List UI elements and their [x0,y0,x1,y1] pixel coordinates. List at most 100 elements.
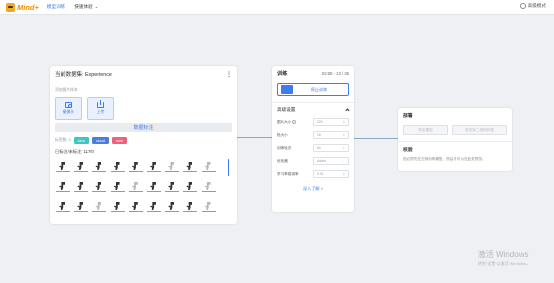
epochs-input[interactable]: 50 ⇕ [313,144,349,152]
sample-thumbnail[interactable] [182,199,199,215]
sample-thumbnail[interactable] [73,179,90,195]
ground-line [146,211,161,212]
dataset-panel: 当前数据集: Experience ⋮ 添加图片样本 摄像头 上传 数据标注 标… [50,66,237,224]
dino-image-icon [95,182,102,190]
ground-line [165,191,180,192]
stepper-icon: ⇕ [342,133,345,137]
sample-thumbnail[interactable] [145,179,162,195]
nav-quick-experience[interactable]: 快速体验 ⌄ [74,4,98,10]
sample-thumbnail[interactable] [127,199,144,215]
dino-image-icon [168,162,175,170]
upload-button[interactable]: 上传 [87,97,114,120]
optimizer-value: Adam [317,159,326,163]
sample-thumbnail[interactable] [164,199,181,215]
sample-thumbnail[interactable] [91,159,108,175]
sample-thumbnail[interactable] [145,159,162,175]
batch-size-input[interactable]: 16 ⇕ [313,131,349,139]
sample-thumbnail[interactable] [164,179,181,195]
ground-line [56,211,70,212]
advanced-mode-button[interactable]: 高级模式 [519,3,546,9]
sample-thumbnail[interactable] [145,199,162,215]
ground-line [146,171,161,172]
windows-activation-watermark: 激活 Windows 转到"设置"以激活 Windows。 [478,249,530,267]
image-size-value: 224 [317,120,323,124]
param-row-epochs: 训练轮次 50 ⇕ [277,144,349,152]
ground-line [56,191,70,192]
param-row-optimizer: 优化器 Adam ⌄ [277,157,349,165]
dino-image-icon [204,182,211,190]
ground-line [92,171,107,172]
image-size-input[interactable]: 224 ⇕ [313,118,349,126]
batch-size-value: 16 [317,133,321,137]
chevron-right-icon: » [320,186,324,191]
sample-thumbnail[interactable] [164,159,181,175]
advanced-settings-toggle[interactable]: 高级设置 [277,107,350,113]
tag-cloud[interactable]: cloud [91,137,109,144]
top-bar: Mind+ 模型训练 快速体验 ⌄ 高级模式 [0,0,554,15]
param-label-batch-size: 批大小 [277,132,288,137]
chevron-down-icon: ⌄ [93,4,99,9]
stepper-icon: ⇕ [342,146,345,150]
optimizer-select[interactable]: Adam ⌄ [313,157,349,165]
sample-thumbnail[interactable] [91,179,108,195]
learn-more-link[interactable]: 深入了解 » [277,186,349,192]
advanced-settings-label: 高级设置 [277,107,296,112]
annotate-button[interactable]: 数据标注 [55,123,232,132]
sample-thumbnail[interactable] [109,159,126,175]
ground-line [128,211,143,212]
lr-decay-value: 0.01 [317,172,324,176]
sample-thumbnail[interactable] [182,159,199,175]
more-menu-icon[interactable]: ⋮ [226,71,232,78]
sample-thumbnail[interactable] [73,159,90,175]
epochs-value: 50 [317,146,321,150]
stop-training-button[interactable]: 停止训练 [277,83,349,96]
ground-line [74,191,89,192]
connector-dataset-train [237,137,272,138]
sample-thumbnail[interactable] [55,199,71,215]
sample-thumbnail[interactable] [200,159,217,175]
dino-image-icon [186,162,193,170]
sample-thumbnail[interactable] [109,179,126,195]
dino-image-icon [168,202,175,210]
sample-thumbnail[interactable] [55,179,71,195]
learn-more-label: 深入了解 [302,186,320,191]
nav-model-training[interactable]: 模型训练 [47,4,65,10]
ground-line [92,211,107,212]
app-logo: Mind+ [6,2,39,12]
dino-image-icon [186,202,193,210]
param-row-batch-size: 批大小 16 ⇕ [277,131,349,139]
deploy-panel: 部署 导出模型 发布到二维码列表 校验 您必须先在左侧训练模型，然后才可以在此处… [398,108,512,171]
grid-scrollbar[interactable] [227,159,229,176]
annotated-count: 已标注/未标注: 117/0 [55,149,94,154]
sample-thumbnail[interactable] [91,199,108,215]
sample-thumbnail[interactable] [200,199,217,215]
verify-description: 您必须先在左侧训练模型，然后才可以在此处预览。 [403,157,486,161]
export-model-button[interactable]: 导出模型 [403,125,448,135]
stop-training-label: 停止训练 [310,86,328,92]
sample-thumbnail[interactable] [55,159,71,175]
sample-thumbnail[interactable] [200,179,217,195]
tag-dino[interactable]: dino [73,137,89,144]
publish-qr-button[interactable]: 发布到二维码列表 [452,125,507,135]
ground-line [92,191,107,192]
dino-image-icon [168,182,175,190]
sample-thumbnail[interactable] [182,179,199,195]
ground-line [110,171,125,172]
dino-image-icon [204,202,211,210]
train-progress-text: 02:08 - 13 / 36 [321,71,349,76]
dino-image-icon [95,162,102,170]
camera-button[interactable]: 摄像头 [55,97,82,120]
watermark-subtitle: 转到"设置"以激活 Windows。 [477,261,530,266]
dino-image-icon [149,182,156,190]
tag-rock[interactable]: rock [111,137,128,144]
sample-thumbnail[interactable] [127,159,144,175]
dino-image-icon [131,162,138,170]
sample-thumbnail[interactable] [109,199,126,215]
logo-text: Mind+ [17,2,39,12]
ground-line [74,211,89,212]
lr-decay-input[interactable]: 0.01 ⇕ [313,170,349,178]
sample-thumbnail[interactable] [127,179,144,195]
sample-thumbnail[interactable] [73,199,90,215]
watermark-title: 激活 Windows [477,250,529,259]
info-icon[interactable] [292,120,297,124]
